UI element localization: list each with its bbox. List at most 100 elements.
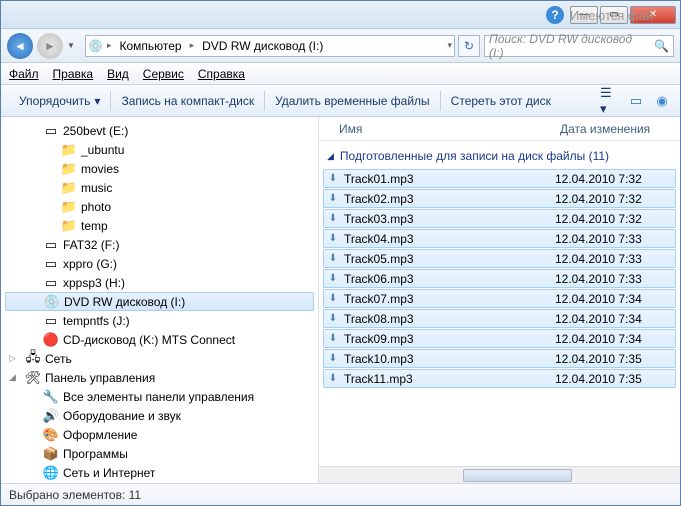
nav-tree[interactable]: ▭250bevt (E:)📁_ubuntu 📁 movies 📁music📁photo… (1, 117, 319, 483)
search-icon[interactable]: 🔍 (654, 39, 669, 53)
menu-service[interactable]: Сервис (143, 67, 184, 81)
file-date: 12.04.2010 7:33 (555, 232, 675, 246)
file-row[interactable]: ⬇Track09.mp312.04.2010 7:34 (323, 329, 676, 348)
tree-item[interactable]: ▷🖧Сеть (1, 349, 318, 368)
file-row[interactable]: ⬇Track02.mp312.04.2010 7:32 (323, 189, 676, 208)
file-pending-icon: ⬇ (324, 293, 342, 304)
tree-item[interactable]: 🛡Система и безопасность (1, 482, 318, 483)
tree-item[interactable]: ◢🛠Панель управления (1, 368, 318, 387)
tree-item[interactable]: 🔴CD-дисковод (K:) MTS Connect (1, 330, 318, 349)
tree-item[interactable]: ▭tempntfs (J:) (1, 311, 318, 330)
delete-temp-button[interactable]: Удалить временные файлы (265, 85, 440, 116)
tree-item-label: temp (81, 219, 108, 233)
scrollbar-thumb[interactable] (463, 469, 571, 482)
forward-button[interactable]: ► (37, 33, 63, 59)
tree-item[interactable]: ▭xppsp3 (H:) (1, 273, 318, 292)
group-label: Подготовленные для записи на диск файлы (340, 149, 585, 163)
column-headers[interactable]: Имя Дата изменения (319, 117, 680, 141)
back-button[interactable]: ◄ (7, 33, 33, 59)
file-name: Track08.mp3 (342, 312, 555, 326)
file-name: Track07.mp3 (342, 292, 555, 306)
cp5-icon: 📦 (43, 446, 59, 462)
preview-pane-button[interactable]: ▭ (626, 92, 646, 110)
tree-item[interactable]: 📁_ubuntu (1, 140, 318, 159)
history-dropdown[interactable]: ▼ (67, 41, 81, 50)
tree-item-label: Все элементы панели управления (63, 390, 254, 404)
file-row[interactable]: ⬇Track05.mp312.04.2010 7:33 (323, 249, 676, 268)
file-row[interactable]: ⬇Track08.mp312.04.2010 7:34 (323, 309, 676, 328)
tree-item[interactable]: 📁 movies (1, 159, 318, 178)
tree-item[interactable]: ▭FAT32 (F:) (1, 235, 318, 254)
tree-item-label: _ubuntu (81, 143, 124, 157)
tree-item[interactable]: 📦 Программы (1, 444, 318, 463)
folder-icon: 📁 (61, 161, 77, 177)
file-pending-icon: ⬇ (324, 193, 342, 204)
breadcrumb-location[interactable]: DVD RW дисковод (I:) (198, 39, 327, 53)
file-pending-icon: ⬇ (324, 373, 342, 384)
refresh-button[interactable]: ↻ (458, 35, 480, 57)
command-bar: Упорядочить ▾ Запись на компакт-диск Уда… (1, 85, 680, 117)
search-input[interactable]: Поиск: DVD RW дисковод (I:) 🔍 (484, 35, 674, 57)
col-name[interactable]: Имя (319, 122, 560, 136)
tree-item[interactable]: 🔊Оборудование и звук (1, 406, 318, 425)
tree-item[interactable]: 💿DVD RW дисковод (I:) (5, 292, 314, 311)
file-row[interactable]: ⬇Track06.mp312.04.2010 7:33 (323, 269, 676, 288)
file-pending-icon: ⬇ (324, 233, 342, 244)
tree-item[interactable]: 📁temp (1, 216, 318, 235)
tree-item-label: Программы (63, 447, 128, 461)
tree-item[interactable]: ▭250bevt (E:) (1, 121, 318, 140)
chevron-down-icon[interactable]: ▾ (447, 40, 452, 51)
cp6-icon: 🌐 (43, 465, 59, 481)
file-row[interactable]: ⬇Track01.mp312.04.2010 7:32 (323, 169, 676, 188)
chevron-down-icon: ▾ (94, 94, 100, 108)
maximize-button[interactable]: ▭ (600, 6, 628, 24)
file-row[interactable]: ⬇Track03.mp312.04.2010 7:32 (323, 209, 676, 228)
file-name: Track02.mp3 (342, 192, 555, 206)
menu-edit[interactable]: Правка (53, 67, 94, 81)
group-arrow-icon: ◢ (327, 151, 334, 162)
file-row[interactable]: ⬇Track10.mp312.04.2010 7:35 (323, 349, 676, 368)
expand-icon[interactable]: ▷ (9, 353, 21, 364)
help-icon[interactable]: ? (546, 6, 564, 24)
file-list[interactable]: ⬇Track01.mp312.04.2010 7:32⬇Track02.mp31… (319, 169, 680, 466)
organize-button[interactable]: Упорядочить ▾ (9, 85, 110, 116)
tree-item[interactable]: ▭xppro (G:) (1, 254, 318, 273)
tree-item-label: Оборудование и звук (63, 409, 181, 423)
menu-view[interactable]: Вид (107, 67, 129, 81)
tree-item[interactable]: 📁music (1, 178, 318, 197)
minimize-button[interactable]: — (570, 6, 598, 24)
file-name: Track01.mp3 (342, 172, 555, 186)
chevron-right-icon: ▸ (107, 40, 112, 51)
tree-item[interactable]: 📁photo (1, 197, 318, 216)
menu-file[interactable]: Файл (9, 67, 39, 81)
col-date[interactable]: Дата изменения (560, 122, 680, 136)
drive-icon: ▭ (43, 313, 59, 329)
file-name: Track09.mp3 (342, 332, 555, 346)
tree-item[interactable]: 🔧Все элементы панели управления (1, 387, 318, 406)
file-row[interactable]: ⬇Track11.mp312.04.2010 7:35 (323, 369, 676, 388)
view-mode-button[interactable]: ☰ ▾ (600, 92, 620, 110)
erase-disc-button[interactable]: Стереть этот диск (441, 85, 561, 116)
help-button[interactable]: ◉ (652, 92, 672, 110)
close-button[interactable]: ✕ (630, 6, 676, 24)
breadcrumb-computer[interactable]: Компьютер (115, 39, 185, 53)
tree-item-label: photo (81, 200, 111, 214)
address-bar[interactable]: 💿 ▸ Компьютер ▸ DVD RW дисковод (I:) ▾ (85, 35, 455, 57)
h-scrollbar[interactable] (319, 466, 680, 483)
file-date: 12.04.2010 7:33 (555, 272, 675, 286)
file-row[interactable]: ⬇Track07.mp312.04.2010 7:34 (323, 289, 676, 308)
file-pending-icon: ⬇ (324, 173, 342, 184)
file-date: 12.04.2010 7:34 (555, 312, 675, 326)
tree-item[interactable]: 🎨Оформление (1, 425, 318, 444)
file-name: Track05.mp3 (342, 252, 555, 266)
tree-item[interactable]: 🌐Сеть и Интернет (1, 463, 318, 482)
file-row[interactable]: ⬇Track04.mp312.04.2010 7:33 (323, 229, 676, 248)
menu-help[interactable]: Справка (198, 67, 245, 81)
expand-icon[interactable]: ◢ (9, 372, 21, 383)
group-header[interactable]: ◢ Подготовленные для записи на диск файл… (319, 141, 680, 169)
file-date: 12.04.2010 7:35 (555, 372, 675, 386)
burn-button[interactable]: Запись на компакт-диск (111, 85, 264, 116)
group-count: (11) (589, 149, 609, 163)
chevron-right-icon: ▸ (190, 40, 195, 51)
tree-item-label: movies (81, 162, 119, 176)
